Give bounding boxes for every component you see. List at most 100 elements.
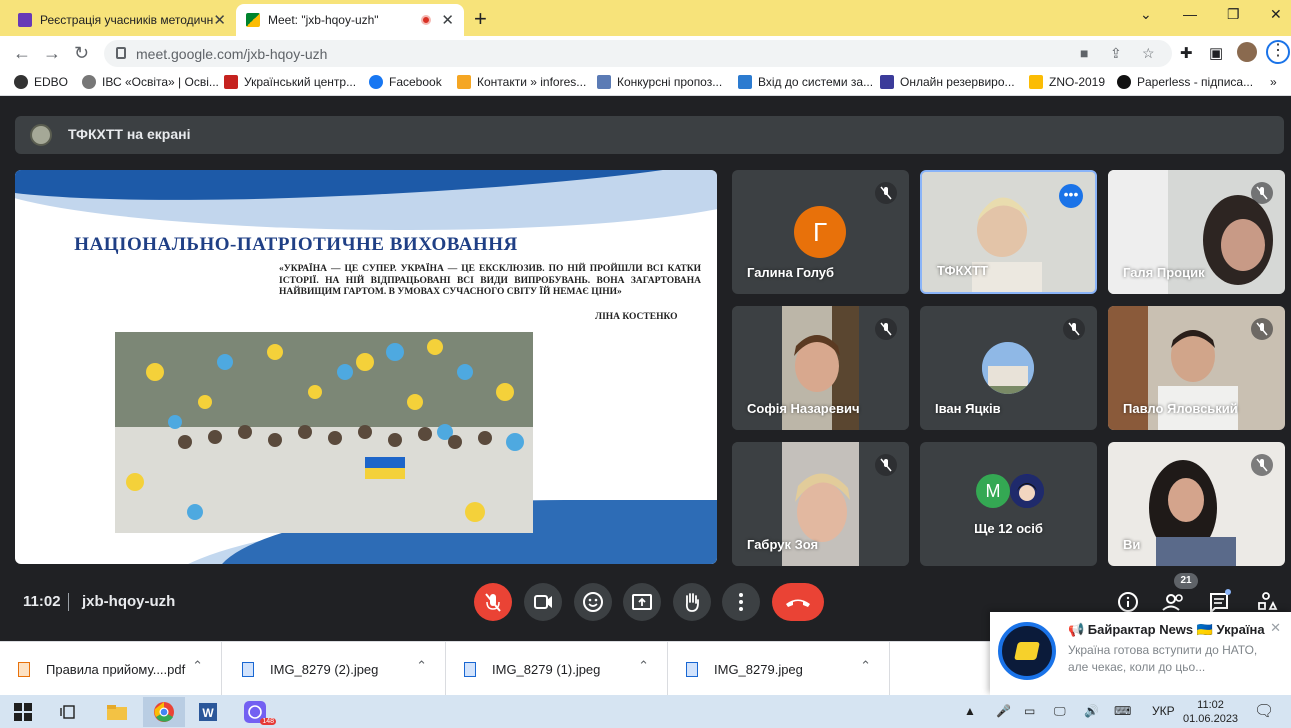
bookmark-icon [14, 75, 28, 89]
bookmark-reservation[interactable]: Онлайн резервиро... [880, 75, 1015, 89]
more-options-icon[interactable]: ••• [1059, 184, 1083, 208]
close-icon[interactable]: ✕ [1270, 620, 1281, 636]
more-participants-tile[interactable]: M Ще 12 осіб [920, 442, 1097, 566]
slide-title: НАЦІОНАЛЬНО-ПАТРІОТИЧНЕ ВИХОВАННЯ [74, 234, 518, 255]
bookmarks-bar: EDBO ІВС «Освіта» | Осві... Український … [0, 70, 1291, 96]
tab-meet[interactable]: Meet: "jxb-hqoy-uzh" ✕ [236, 4, 464, 36]
bookmark-label: Онлайн резервиро... [900, 75, 1015, 89]
forward-icon[interactable]: → [43, 43, 61, 64]
download-item[interactable]: IMG_8279 (1).jpeg ⌃ [446, 642, 668, 696]
side-panel-icon[interactable]: ▣ [1209, 44, 1223, 62]
bookmark-icon [880, 75, 894, 89]
present-button[interactable] [623, 583, 661, 621]
bookmark-ivs[interactable]: ІВС «Освіта» | Осві... [82, 75, 219, 89]
profile-avatar[interactable] [1237, 42, 1257, 62]
download-item[interactable]: IMG_8279.jpeg ⌃ [668, 642, 890, 696]
toast-notification[interactable]: 📢 Байрактар News 🇺🇦 Україна Україна гото… [990, 612, 1291, 695]
chevron-right-icon[interactable]: » [1270, 75, 1277, 89]
bookmark-contacts[interactable]: Контакти » infores... [457, 75, 586, 89]
restore-button[interactable]: ❐ [1227, 6, 1240, 23]
more-options-button[interactable] [722, 583, 760, 621]
download-filename: IMG_8279 (1).jpeg [492, 661, 601, 677]
file-explorer-button[interactable] [96, 697, 138, 727]
network-icon[interactable]: 🖵 [1054, 704, 1066, 719]
participant-avatar: Г [794, 206, 846, 258]
shared-screen[interactable]: НАЦІОНАЛЬНО-ПАТРІОТИЧНЕ ВИХОВАННЯ «УКРАЇ… [15, 170, 717, 564]
share-icon[interactable]: ⇪ [1110, 45, 1122, 62]
tab-search-icon[interactable]: ⌄ [1140, 6, 1152, 23]
bookmarks-more[interactable]: » [1270, 75, 1277, 89]
chevron-up-icon[interactable]: ⌃ [638, 658, 649, 674]
students-photo-art [115, 332, 533, 533]
mic-toggle-button[interactable] [474, 583, 512, 621]
word-icon: W [199, 703, 217, 721]
volume-icon[interactable]: 🔊 [1084, 704, 1099, 718]
new-tab-button[interactable]: + [474, 6, 487, 32]
reload-icon[interactable]: ↻ [74, 43, 89, 64]
start-button[interactable] [2, 697, 44, 727]
participant-tile[interactable]: Софія Назаревич [732, 306, 909, 430]
microphone-icon[interactable]: 🎤 [996, 704, 1011, 718]
participant-tile[interactable]: Габрук Зоя [732, 442, 909, 566]
chevron-up-icon[interactable]: ⌃ [860, 658, 871, 674]
lock-icon[interactable] [116, 47, 126, 59]
participant-name: ТФКХТТ [937, 263, 989, 278]
meeting-time: 11:02 [23, 593, 61, 610]
bookmark-edbo[interactable]: EDBO [14, 75, 68, 89]
keyboard-icon[interactable]: ⌨ [1114, 704, 1131, 718]
system-clock[interactable]: 11:02 01.06.2023 [1183, 698, 1238, 726]
task-view-button[interactable] [48, 697, 90, 727]
viber-button[interactable]: 148 [236, 697, 278, 727]
bookmark-facebook[interactable]: Facebook [369, 75, 442, 89]
raise-hand-button[interactable] [673, 583, 711, 621]
call-end-icon [786, 599, 810, 607]
close-tab-icon[interactable]: ✕ [213, 11, 226, 29]
bookmark-label: Facebook [389, 75, 442, 89]
download-item[interactable]: IMG_8279 (2).jpeg ⌃ [224, 642, 446, 696]
bookmark-star-icon[interactable]: ☆ [1142, 45, 1155, 62]
bookmark-icon [1117, 75, 1131, 89]
chrome-button[interactable] [143, 697, 185, 727]
tab-registration[interactable]: Реєстрація учасників методичн ✕ [8, 4, 236, 36]
mic-off-glyph [1256, 186, 1268, 200]
chevron-up-icon[interactable]: ⌃ [416, 658, 427, 674]
bookmark-paperless[interactable]: Paperless - підписа... [1117, 75, 1253, 89]
participant-tile[interactable]: Галя Процик [1108, 170, 1285, 294]
close-window-button[interactable]: ✕ [1270, 6, 1282, 23]
language-indicator[interactable]: УКР [1152, 704, 1175, 718]
bookmark-competition[interactable]: Конкурсні пропоз... [597, 75, 722, 89]
download-filename: IMG_8279 (2).jpeg [270, 661, 379, 677]
facebook-icon [369, 75, 383, 89]
notification-body: Україна готова вступити до НАТО, але чек… [1068, 643, 1258, 674]
bookmark-icon [82, 75, 96, 89]
notifications-icon[interactable]: 🗨 [1254, 701, 1274, 721]
participant-tile[interactable]: Г Галина Голуб [732, 170, 909, 294]
extensions-icon[interactable]: ✚ [1180, 44, 1193, 62]
back-icon[interactable]: ← [13, 43, 31, 64]
bookmark-icon [738, 75, 752, 89]
reactions-button[interactable] [574, 583, 612, 621]
browser-menu-icon[interactable]: ⋮ [1266, 40, 1290, 64]
close-tab-icon[interactable]: ✕ [441, 11, 454, 29]
participant-tile-self[interactable]: Ви [1108, 442, 1285, 566]
camera-icon[interactable]: ■ [1080, 45, 1088, 61]
camera-toggle-button[interactable] [524, 583, 562, 621]
tray-overflow-icon[interactable]: ▲ [964, 704, 976, 718]
participant-tile[interactable]: Іван Яцків [920, 306, 1097, 430]
power-icon[interactable]: ▭ [1024, 704, 1035, 718]
participant-tile[interactable]: Павло Яловський [1108, 306, 1285, 430]
folder-icon [107, 705, 127, 720]
address-bar[interactable]: meet.google.com/jxb-hqoy-uzh ■ ⇪ ☆ [104, 40, 1172, 67]
leave-call-button[interactable] [772, 583, 824, 621]
chevron-up-icon[interactable]: ⌃ [192, 658, 203, 674]
participant-tile[interactable]: ••• ТФКХТТ [920, 170, 1097, 294]
bookmark-ukr-center[interactable]: Український центр... [224, 75, 356, 89]
bookmark-login[interactable]: Вхід до системи за... [738, 75, 873, 89]
word-button[interactable]: W [187, 697, 229, 727]
minimize-button[interactable]: — [1183, 6, 1197, 22]
url-text[interactable]: meet.google.com/jxb-hqoy-uzh [136, 46, 327, 62]
download-item[interactable]: Правила прийому....pdf ⌃ [0, 642, 222, 696]
bookmark-zno[interactable]: ZNO-2019 [1029, 75, 1105, 89]
participant-avatar: M [976, 474, 1010, 508]
mic-off-icon [875, 182, 897, 204]
